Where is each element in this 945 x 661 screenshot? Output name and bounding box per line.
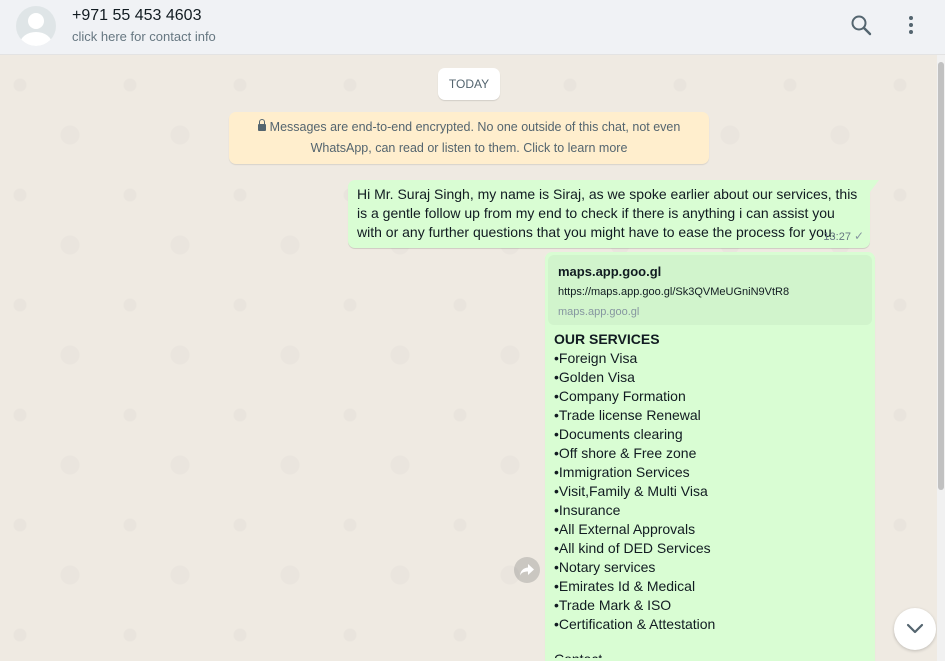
chat-area[interactable]: TODAY Messages are end-to-end encrypted.… (0, 55, 937, 661)
chat-header: +971 55 453 4603 click here for contact … (0, 0, 945, 55)
encryption-notice[interactable]: Messages are end-to-end encrypted. No on… (229, 112, 709, 164)
service-item: •All External Approvals (554, 521, 696, 537)
service-item: •Emirates Id & Medical (554, 578, 696, 594)
services-heading: OUR SERVICES (554, 331, 660, 347)
service-item: •Documents clearing (554, 426, 683, 442)
bubble-tail (870, 180, 879, 192)
date-label: TODAY (438, 68, 500, 100)
link-preview-domain: maps.app.goo.gl (558, 306, 640, 318)
link-preview-url[interactable]: https://maps.app.goo.gl/Sk3QVMeUGniN9VtR… (558, 286, 789, 298)
service-item: •Visit,Family & Multi Visa (554, 483, 708, 499)
service-item: •Notary services (554, 559, 656, 575)
scrollbar-thumb[interactable] (938, 62, 944, 490)
chevron-down-icon (906, 623, 924, 634)
service-item: •Immigration Services (554, 464, 690, 480)
message-time: 13:27 (823, 231, 851, 243)
service-item: •Trade license Renewal (554, 407, 701, 423)
scroll-down-button[interactable] (894, 608, 936, 650)
contact-avatar[interactable] (16, 6, 56, 46)
avatar-head (28, 13, 44, 29)
lock-icon (257, 119, 266, 131)
avatar-body (20, 32, 52, 46)
service-item: •Certification & Attestation (554, 616, 716, 632)
cut-off-text: Contact (554, 650, 602, 658)
service-item: •Off shore & Free zone (554, 445, 697, 461)
encryption-notice-text: Messages are end-to-end encrypted. No on… (269, 120, 681, 155)
service-item: •Company Formation (554, 388, 686, 404)
outgoing-message-services[interactable]: maps.app.goo.gl https://maps.app.goo.gl/… (545, 252, 875, 661)
service-item: •Trade Mark & ISO (554, 597, 672, 613)
search-icon[interactable] (849, 13, 875, 39)
service-item: •All kind of DED Services (554, 540, 711, 556)
menu-icon[interactable] (899, 13, 925, 39)
contact-info-link[interactable]: click here for contact info (72, 29, 216, 44)
forward-button[interactable] (514, 557, 540, 583)
service-item: •Foreign Visa (554, 350, 638, 366)
link-preview-title: maps.app.goo.gl (558, 264, 662, 279)
contact-name[interactable]: +971 55 453 4603 (72, 7, 201, 25)
message-text: Hi Mr. Suraj Singh, my name is Siraj, as… (357, 186, 858, 240)
message-meta: 13:27 ✓ (823, 229, 864, 243)
forward-icon (520, 564, 534, 576)
outgoing-message[interactable]: Hi Mr. Suraj Singh, my name is Siraj, as… (348, 180, 870, 248)
services-list: OUR SERVICES •Foreign Visa •Golden Visa … (554, 330, 716, 658)
service-item: •Golden Visa (554, 369, 635, 385)
single-tick-icon: ✓ (853, 229, 864, 243)
link-preview[interactable]: maps.app.goo.gl https://maps.app.goo.gl/… (548, 255, 872, 325)
service-item: •Insurance (554, 502, 621, 518)
